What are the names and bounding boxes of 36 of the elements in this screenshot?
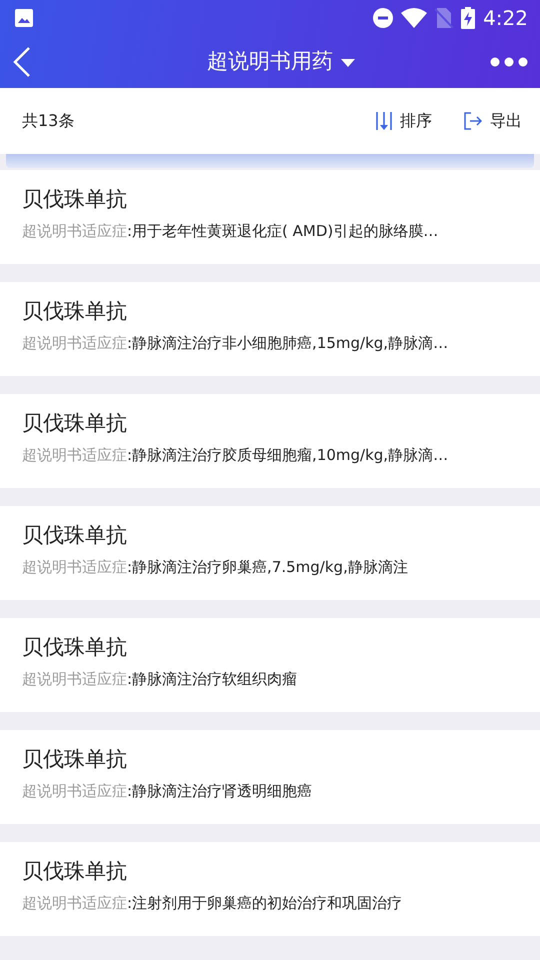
drug-name: 贝伐珠单抗 [22, 634, 128, 661]
result-count: 共13条 [22, 110, 74, 132]
indication-text: 超说明书适应症:用于老年性黄斑退化症( AMD)引起的脉络膜… [22, 220, 440, 242]
wifi-icon [401, 8, 428, 28]
drug-card[interactable]: 贝伐珠单抗 超说明书适应症:静脉滴注治疗卵巢癌,7.5mg/kg,静脉滴注 [0, 506, 540, 600]
indication-text: 超说明书适应症:静脉滴注治疗非小细胞肺癌,15mg/kg,静脉滴… [22, 332, 450, 354]
drug-name: 贝伐珠单抗 [22, 746, 128, 773]
sort-icon [376, 111, 392, 131]
drug-card[interactable]: 贝伐珠单抗 超说明书适应症:静脉滴注治疗非小细胞肺癌,15mg/kg,静脉滴… [0, 282, 540, 376]
more-icon[interactable] [490, 57, 528, 67]
drug-name: 贝伐珠单抗 [22, 186, 128, 213]
indication-text: 超说明书适应症:静脉滴注治疗胶质母细胞瘤,10mg/kg,静脉滴… [22, 444, 450, 466]
export-icon [464, 112, 482, 130]
drug-card[interactable]: 贝伐珠单抗 超说明书适应症:静脉滴注治疗软组织肉瘤 [0, 618, 540, 712]
image-icon [14, 8, 34, 28]
drug-card[interactable]: 贝伐珠单抗 超说明书适应症:注射剂用于卵巢癌的初始治疗和巩固治疗 [0, 842, 540, 936]
dropdown-caret-icon[interactable] [341, 58, 355, 67]
no-sim-icon [435, 8, 454, 28]
export-button[interactable]: 导出 [490, 109, 522, 133]
indication-text: 超说明书适应症:注射剂用于卵巢癌的初始治疗和巩固治疗 [22, 892, 404, 914]
drug-name: 贝伐珠单抗 [22, 858, 128, 885]
drug-card[interactable]: 贝伐珠单抗 超说明书适应症:静脉滴注治疗肾透明细胞癌 [0, 730, 540, 824]
drug-card[interactable]: 贝伐珠单抗 超说明书适应症:静脉滴注治疗胶质母细胞瘤,10mg/kg,静脉滴… [0, 394, 540, 488]
drug-name: 贝伐珠单抗 [22, 410, 128, 437]
drug-name: 贝伐珠单抗 [22, 522, 128, 549]
page-title[interactable]: 超说明书用药 [207, 46, 333, 78]
drug-card[interactable]: 贝伐珠单抗 超说明书适应症:用于老年性黄斑退化症( AMD)引起的脉络膜… [0, 170, 540, 264]
indication-text: 超说明书适应症:静脉滴注治疗软组织肉瘤 [22, 668, 298, 690]
indication-text: 超说明书适应症:静脉滴注治疗卵巢癌,7.5mg/kg,静脉滴注 [22, 556, 409, 578]
battery-charging-icon [461, 7, 476, 29]
back-icon[interactable] [12, 46, 32, 78]
sort-button[interactable]: 排序 [400, 109, 432, 133]
drug-name: 贝伐珠单抗 [22, 298, 128, 325]
do-not-disturb-icon [373, 8, 394, 28]
clock-time: 4:22 [483, 5, 528, 32]
indication-text: 超说明书适应症:静脉滴注治疗肾透明细胞癌 [22, 780, 314, 802]
